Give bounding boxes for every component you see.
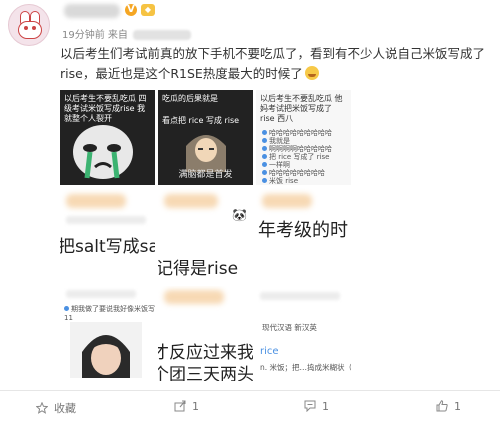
blurred-text [66, 216, 146, 224]
image-caption-bottom: 满脑都是首发 [178, 170, 233, 180]
image-tile-3[interactable]: 以后考生不要乱吃瓜 他妈考试把米饭写成了 rise 西八 哈哈哈哈哈哈哈哈哈 我… [256, 90, 351, 185]
dict-title: 现代汉语 新汉英 [262, 323, 317, 332]
star-icon [36, 402, 48, 414]
blurred-text [66, 290, 136, 298]
favorite-label: 收藏 [54, 402, 76, 415]
thumbs-up-icon [436, 400, 448, 412]
laugh-emoji-icon [304, 66, 319, 80]
image-tile-4[interactable]: 把salt写成sa [60, 188, 155, 283]
image-tile-1[interactable]: 以后考生不要乱吃瓜 四级考试米饭写成rise 我就整个人裂开 [60, 90, 155, 185]
portrait-photo-icon [70, 322, 142, 378]
chat-line: 米饭 rise [262, 176, 298, 185]
comment-button[interactable]: 1 [304, 400, 329, 413]
repost-count: 1 [192, 400, 199, 413]
blurred-avatar [66, 194, 126, 208]
image-big-text: 年考级的时 [258, 220, 348, 241]
avatar[interactable] [8, 4, 50, 46]
avatar-eye [32, 26, 36, 30]
image-big-text: 记得是rise [158, 259, 239, 279]
image-caption-top: 吃瓜的后果就是 [162, 94, 218, 103]
blurred-text [260, 292, 340, 300]
blurred-avatar [262, 194, 312, 208]
comment-icon [304, 400, 316, 412]
post-text: 以后考生们考试前真的放下手机不要吃瓜了，看到有不少人说自己米饭写成了 rise，… [60, 44, 490, 84]
panda-icon: 🐼 [232, 208, 247, 222]
comment-count: 1 [322, 400, 329, 413]
image-caption: 以后考生不要乱吃瓜 四级考试米饭写成rise 我就整个人裂开 [64, 94, 147, 123]
repost-icon [174, 400, 186, 412]
post-source-prefix: 来自 [107, 30, 128, 41]
post-text-line1: 以后考生们考试前真的放下手机不要吃瓜了，看到有不少人说自己米饭写成了 [60, 46, 486, 61]
image-big-text: 把salt写成sa [60, 237, 155, 257]
dict-term: rice [260, 346, 279, 357]
post-source-blurred [133, 30, 192, 40]
image-caption: 以后考生不要乱吃瓜 他妈考试把米饭写成了 rise 西八 [260, 94, 343, 123]
image-tile-7[interactable]: 期我做了要说我好像米饭写的是rise 11 [60, 286, 155, 381]
member-level-icon: ◆ [141, 4, 155, 16]
post-time[interactable]: 19分钟前 [62, 30, 105, 41]
dict-definition: n. 米饭；把…捣成米糊状（作） [260, 363, 351, 372]
blurred-avatar [164, 290, 224, 304]
avatar-eye [24, 26, 28, 30]
image-tile-9[interactable]: 现代汉语 新汉英 rice n. 米饭；把…捣成米糊状（作） [256, 286, 351, 381]
chat-line: 期我做了要说我好像米饭写的是rise [64, 304, 155, 314]
image-tile-8[interactable]: 才反应过来我把 个团三天两头 [158, 286, 253, 381]
like-button[interactable]: 1 [436, 400, 461, 413]
post-meta: 19分钟前 来自 [62, 26, 192, 41]
blurred-avatar [164, 194, 218, 208]
like-count: 1 [454, 400, 461, 413]
image-big-text: 个团三天两头 [158, 365, 253, 381]
image-tile-5[interactable]: 🐼 记得是rise [158, 188, 253, 283]
chat-line: 11 [64, 314, 73, 322]
hooded-figure-icon [186, 135, 226, 172]
verified-badge-icon: V [125, 4, 137, 16]
action-bar-divider [0, 390, 500, 391]
image-caption-mid: 看点把 rice 写成 rise [162, 116, 240, 125]
image-tile-6[interactable]: 年考级的时 [256, 188, 351, 283]
post-text-line2: rise，最近也是这个R1SE热度最大的时候了 [60, 66, 303, 81]
image-tile-2[interactable]: 吃瓜的后果就是 看点把 rice 写成 rise 满脑都是首发 [158, 90, 253, 185]
avatar-face [18, 21, 42, 39]
crying-face-meme-icon [73, 125, 133, 179]
username-blurred[interactable] [64, 4, 120, 18]
favorite-button[interactable]: 收藏 [36, 400, 76, 416]
repost-button[interactable]: 1 [174, 400, 199, 413]
